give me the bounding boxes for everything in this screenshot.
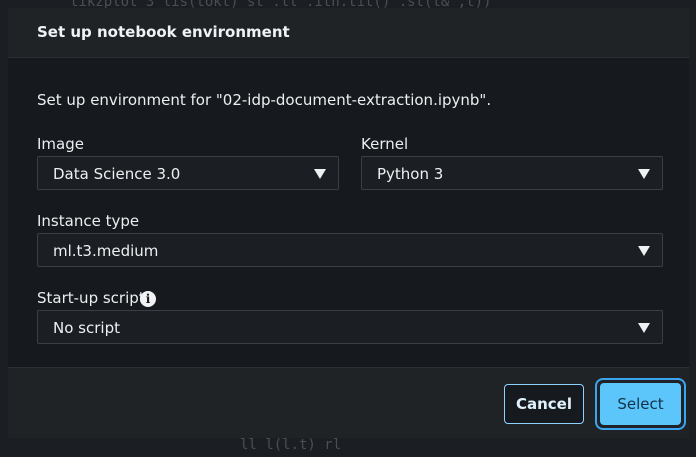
dialog-header: Set up notebook environment	[8, 8, 689, 58]
chevron-down-icon	[638, 169, 650, 179]
kernel-select[interactable]: Python 3	[361, 156, 663, 190]
info-icon[interactable]: i	[140, 291, 156, 307]
image-label: Image	[37, 135, 84, 153]
dialog-body: Set up environment for "02-idp-document-…	[8, 58, 689, 367]
kernel-select-value: Python 3	[377, 165, 444, 183]
image-select-value: Data Science 3.0	[53, 165, 181, 183]
chevron-down-icon	[314, 169, 326, 179]
kernel-label: Kernel	[361, 135, 409, 153]
setup-notebook-dialog: Set up notebook environment Set up envir…	[8, 8, 689, 438]
cancel-button[interactable]: Cancel	[504, 384, 584, 424]
chevron-down-icon	[638, 246, 650, 256]
startup-script-label: Start-up script	[37, 289, 145, 307]
instance-type-label: Instance type	[37, 212, 140, 230]
dialog-footer: Cancel Select	[8, 367, 689, 438]
background-code-bottom: ll l(l.t) rl	[240, 437, 342, 453]
dialog-description: Set up environment for "02-idp-document-…	[37, 91, 492, 109]
instance-type-select-value: ml.t3.medium	[53, 242, 159, 260]
startup-script-select[interactable]: No script	[37, 310, 663, 344]
dialog-title: Set up notebook environment	[37, 23, 290, 41]
select-button[interactable]: Select	[600, 383, 681, 425]
image-select[interactable]: Data Science 3.0	[37, 156, 339, 190]
instance-type-select[interactable]: ml.t3.medium	[37, 233, 663, 267]
chevron-down-icon	[638, 323, 650, 333]
startup-script-select-value: No script	[53, 319, 120, 337]
